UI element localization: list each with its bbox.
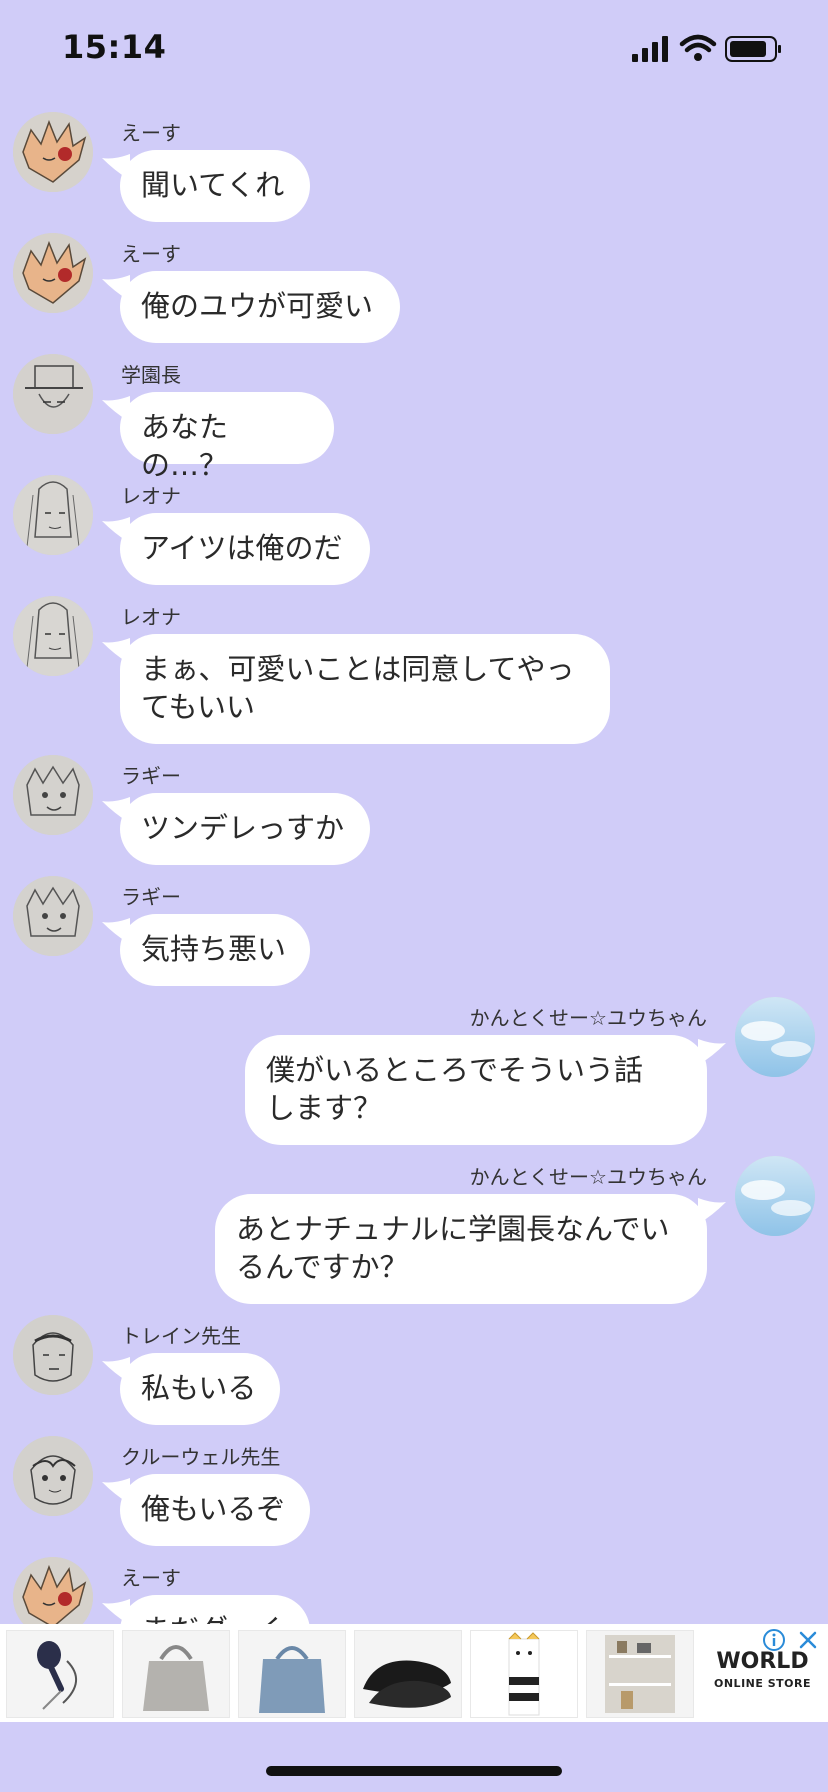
sender-name: トレイン先生: [121, 1324, 241, 1348]
ad-info-icon[interactable]: [762, 1628, 786, 1652]
message-bubble[interactable]: 俺のユウが可愛い: [120, 271, 400, 343]
message-bubble[interactable]: 僕がいるところでそういう話 します？: [245, 1035, 707, 1145]
message-bubble[interactable]: あとナチュナルに学園長なんでい るんですか？: [215, 1194, 707, 1304]
avatar[interactable]: [13, 1315, 93, 1395]
ad-product-gray-tote-bag[interactable]: [122, 1630, 230, 1718]
message-row: えーすまだダ…く: [0, 1557, 828, 1625]
avatar[interactable]: [735, 997, 815, 1077]
sender-name: レオナ: [121, 484, 181, 508]
chat-screen: 15:14 えーす 聞いてくれ えーす 俺のユウが可愛い 学園長 あなたの…？ レオナ アイツ…: [0, 0, 828, 1792]
avatar[interactable]: [13, 596, 93, 676]
message-row: ラギーツンデレっすか: [0, 755, 828, 867]
avatar[interactable]: [13, 755, 93, 835]
message-bubble[interactable]: 聞いてくれ: [120, 150, 310, 222]
message-row: トレイン先生私もいる: [0, 1315, 828, 1427]
ad-product-storage-rack[interactable]: [586, 1630, 694, 1718]
sender-name: ラギー: [121, 764, 181, 788]
sender-name: 学園長: [121, 363, 181, 387]
message-row: かんとくせー☆ユウちゃんあとナチュナルに学園長なんでい るんですか？: [0, 1156, 828, 1306]
ad-product-handheld-fan[interactable]: [6, 1630, 114, 1718]
sender-name: レオナ: [121, 605, 181, 629]
ad-banner[interactable]: WORLD ONLINE STORE: [0, 1624, 828, 1722]
ad-product-blue-tote-bag[interactable]: [238, 1630, 346, 1718]
avatar[interactable]: [13, 354, 93, 434]
ad-product-cat-socks[interactable]: [470, 1630, 578, 1718]
message-row: 学園長あなたの…？: [0, 354, 828, 482]
message-list[interactable]: えーす 聞いてくれ えーす 俺のユウが可愛い 学園長 あなたの…？ レオナ アイツは俺のだ レオ…: [0, 0, 828, 1625]
sender-name: えーす: [121, 1566, 181, 1590]
avatar[interactable]: [13, 233, 93, 313]
message-row: クルーウェル先生俺もいるぞ: [0, 1436, 828, 1548]
message-bubble[interactable]: まだダ…く: [120, 1595, 310, 1625]
sender-name: えーす: [121, 121, 181, 145]
message-bubble[interactable]: ツンデレっすか: [120, 793, 370, 865]
message-row: レオナまぁ、可愛いことは同意してやっ てもいい: [0, 596, 828, 746]
ad-product-black-shoes[interactable]: [354, 1630, 462, 1718]
sender-name: かんとくせー☆ユウちゃん: [469, 1165, 707, 1189]
ad-brand-logo[interactable]: WORLD ONLINE STORE: [700, 1649, 825, 1692]
message-bubble[interactable]: まぁ、可愛いことは同意してやっ てもいい: [120, 634, 610, 744]
message-row: ラギー 気持ち悪い: [0, 876, 828, 988]
message-row: レオナアイツは俺のだ: [0, 475, 828, 587]
home-indicator[interactable]: [266, 1766, 562, 1776]
avatar[interactable]: [735, 1156, 815, 1236]
avatar[interactable]: [13, 876, 93, 956]
sender-name: クルーウェル先生: [121, 1445, 281, 1469]
message-bubble[interactable]: 俺もいるぞ: [120, 1474, 310, 1546]
message-row: えーす 聞いてくれ: [0, 112, 828, 224]
message-row: かんとくせー☆ユウちゃん僕がいるところでそういう話 します？: [0, 997, 828, 1147]
message-bubble[interactable]: あなたの…？: [120, 392, 334, 482]
avatar[interactable]: [13, 1436, 93, 1516]
ad-brand-line1: WORLD: [716, 1649, 809, 1674]
avatar[interactable]: [13, 475, 93, 555]
sender-name: えーす: [121, 242, 181, 266]
avatar[interactable]: [13, 1557, 93, 1625]
message-bubble[interactable]: 気持ち悪い: [120, 914, 310, 986]
ad-brand-line2: ONLINE STORE: [714, 1677, 811, 1690]
avatar[interactable]: [13, 112, 93, 192]
message-row: えーす俺のユウが可愛い: [0, 233, 828, 345]
ad-close-icon[interactable]: [796, 1628, 820, 1652]
message-bubble[interactable]: アイツは俺のだ: [120, 513, 370, 585]
sender-name: かんとくせー☆ユウちゃん: [469, 1006, 707, 1030]
sender-name: ラギー: [121, 885, 181, 909]
message-bubble[interactable]: 私もいる: [120, 1353, 280, 1425]
